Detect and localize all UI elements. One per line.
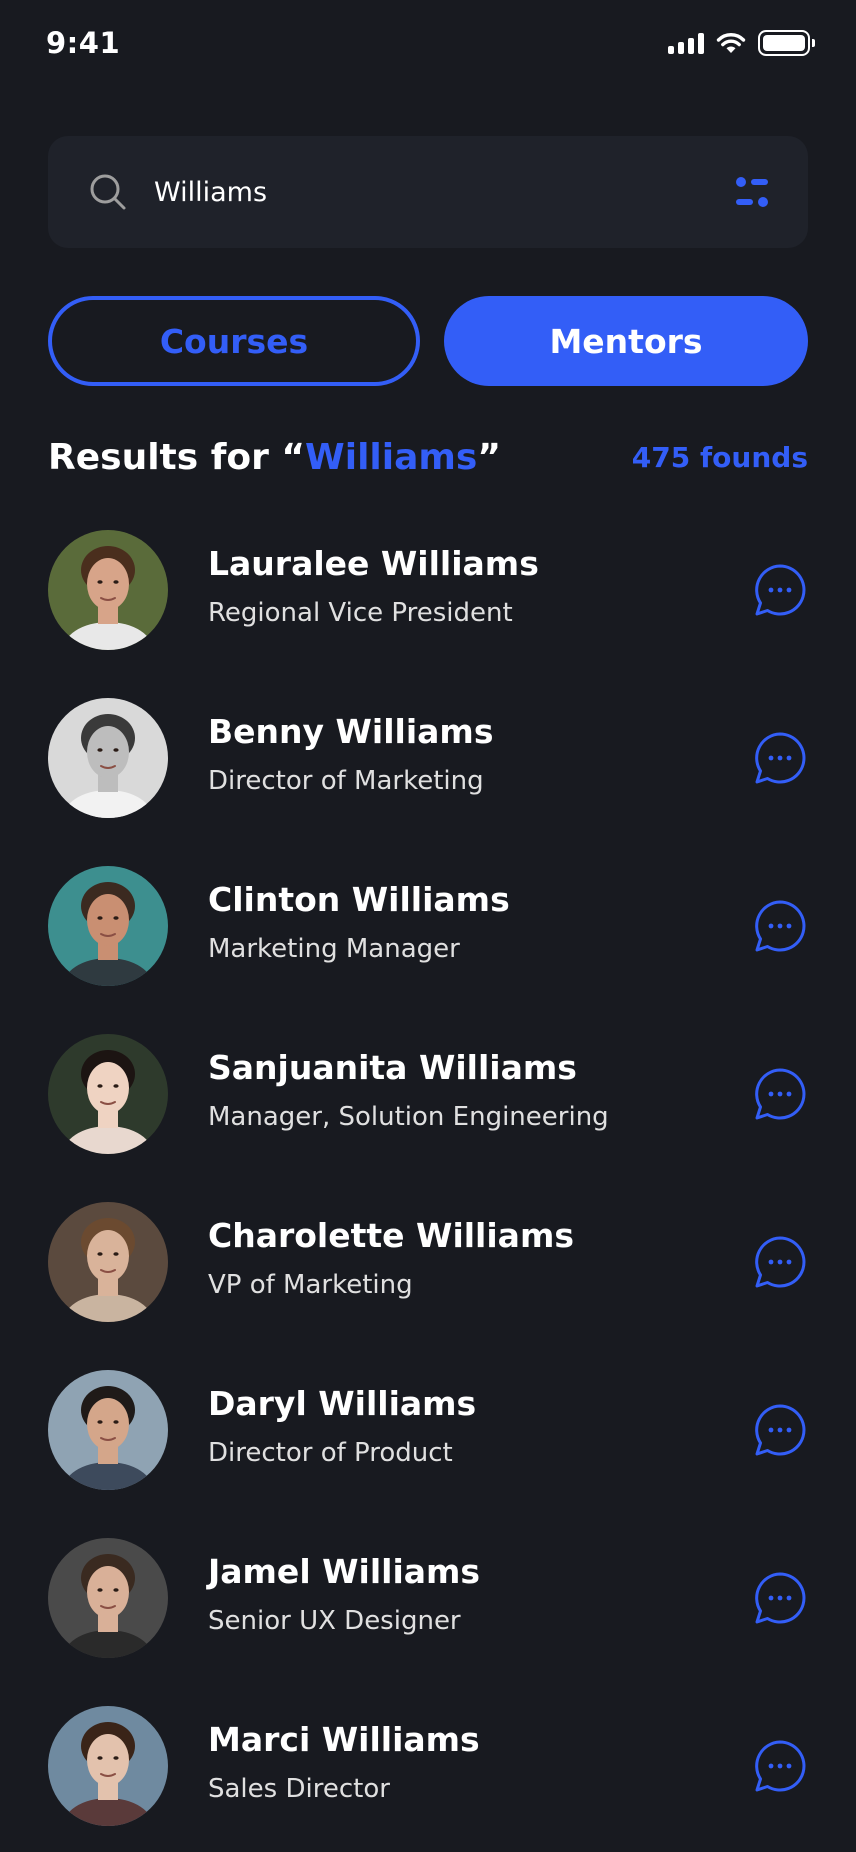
mentor-role: VP of Marketing <box>208 1270 413 1300</box>
chat-icon[interactable] <box>752 730 808 786</box>
mentor-row[interactable]: Lauralee Williams Regional Vice Presiden… <box>48 530 808 698</box>
avatar <box>48 698 168 818</box>
mentor-role: Senior UX Designer <box>208 1606 461 1636</box>
avatar <box>48 530 168 650</box>
mentor-row[interactable]: Jamel Williams Senior UX Designer <box>48 1538 808 1706</box>
search-icon <box>90 174 126 210</box>
avatar <box>48 1202 168 1322</box>
mentor-search-screen: 9:41 Courses Mentors <box>0 0 856 1852</box>
mentor-role: Marketing Manager <box>208 934 460 964</box>
results-count[interactable]: 475 founds <box>632 441 808 474</box>
chat-icon[interactable] <box>752 562 808 618</box>
tab-mentors[interactable]: Mentors <box>444 296 808 386</box>
mentor-name: Lauralee Williams <box>208 544 539 583</box>
chat-icon[interactable] <box>752 1402 808 1458</box>
mentor-name: Jamel Williams <box>208 1552 481 1591</box>
mentor-role: Sales Director <box>208 1774 390 1804</box>
mentor-row[interactable]: Benny Williams Director of Marketing <box>48 698 808 866</box>
mentor-name: Charolette Williams <box>208 1216 574 1255</box>
tab-courses[interactable]: Courses <box>48 296 420 386</box>
search-bar[interactable] <box>48 136 808 248</box>
search-tabs: Courses Mentors <box>48 296 808 386</box>
mentor-list: Lauralee Williams Regional Vice Presiden… <box>48 530 808 1852</box>
mentor-row[interactable]: Daryl Williams Director of Product <box>48 1370 808 1538</box>
results-header: Results for “Williams” 475 founds <box>48 432 808 482</box>
chat-icon[interactable] <box>752 1066 808 1122</box>
results-title: Results for “Williams” <box>48 436 502 478</box>
mentor-role: Manager, Solution Engineering <box>208 1102 609 1132</box>
mentor-role: Director of Marketing <box>208 766 484 796</box>
filter-icon[interactable] <box>732 172 772 212</box>
status-time: 9:41 <box>46 26 121 60</box>
avatar <box>48 1538 168 1658</box>
wifi-icon <box>716 33 746 53</box>
mentor-row[interactable]: Charolette Williams VP of Marketing <box>48 1202 808 1370</box>
chat-icon[interactable] <box>752 1738 808 1794</box>
mentor-row[interactable]: Marci Williams Sales Director <box>48 1706 808 1852</box>
mentor-role: Regional Vice President <box>208 598 513 628</box>
mentor-name: Daryl Williams <box>208 1384 477 1423</box>
mentor-row[interactable]: Clinton Williams Marketing Manager <box>48 866 808 1034</box>
mentor-role: Director of Product <box>208 1438 453 1468</box>
avatar <box>48 1034 168 1154</box>
mentor-row[interactable]: Sanjuanita Williams Manager, Solution En… <box>48 1034 808 1202</box>
chat-icon[interactable] <box>752 898 808 954</box>
chat-icon[interactable] <box>752 1570 808 1626</box>
mentor-name: Clinton Williams <box>208 880 510 919</box>
avatar <box>48 1370 168 1490</box>
battery-icon <box>758 30 815 56</box>
cellular-signal-icon <box>668 32 704 54</box>
avatar <box>48 866 168 986</box>
mentor-name: Benny Williams <box>208 712 494 751</box>
avatar <box>48 1706 168 1826</box>
status-bar: 9:41 <box>0 0 856 90</box>
search-input[interactable] <box>154 176 732 208</box>
chat-icon[interactable] <box>752 1234 808 1290</box>
results-query: Williams <box>305 436 478 478</box>
mentor-name: Sanjuanita Williams <box>208 1048 577 1087</box>
status-icons <box>668 30 815 56</box>
mentor-name: Marci Williams <box>208 1720 480 1759</box>
